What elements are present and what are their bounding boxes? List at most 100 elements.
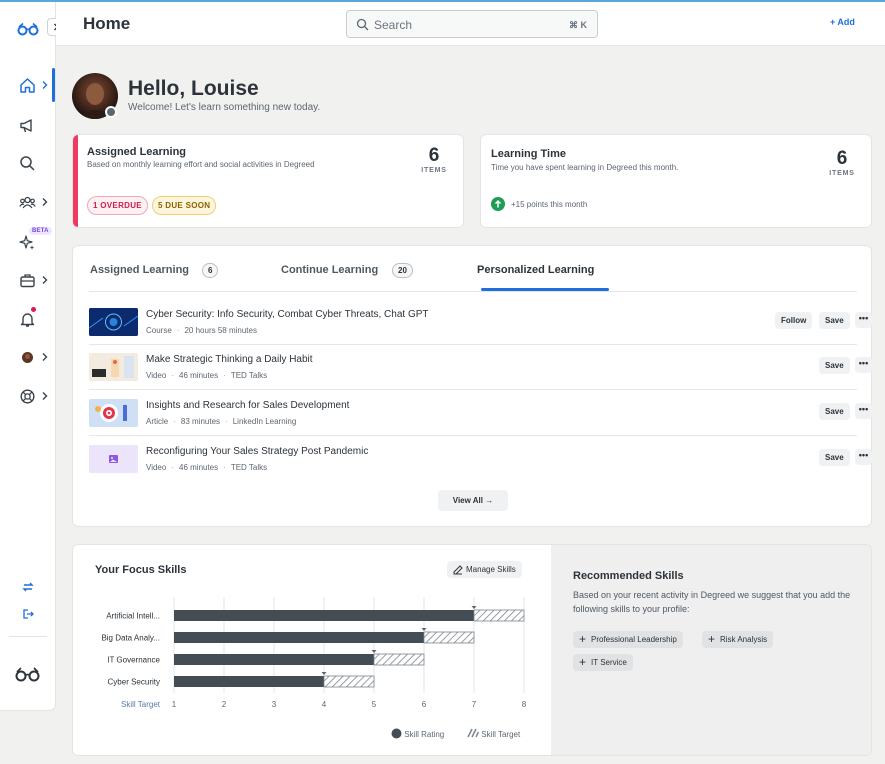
list-item[interactable]: Insights and Research for Sales Developm… xyxy=(89,391,872,436)
legend-skill-target: Skill Target xyxy=(467,728,520,739)
tab-assigned-learning[interactable]: Assigned Learning xyxy=(90,264,189,276)
arrow-right-icon: → xyxy=(485,496,494,505)
add-button[interactable]: + Add xyxy=(830,17,855,27)
meta-separator: · xyxy=(173,417,176,426)
category-label: Cyber Security xyxy=(108,678,160,687)
view-all-label: View All xyxy=(452,496,483,505)
overdue-badge[interactable]: 1 OVERDUE xyxy=(87,196,148,215)
category-label: Artificial Intell... xyxy=(106,612,160,621)
beta-badge: BETA xyxy=(29,227,52,235)
skill-chip-professional-leadership[interactable]: Professional Leadership xyxy=(573,631,683,648)
more-options-button[interactable]: ••• xyxy=(855,449,872,465)
card-title: Assigned Learning xyxy=(87,146,187,158)
search-placeholder: Search xyxy=(374,18,413,32)
chevron-right-icon xyxy=(42,392,48,400)
item-thumbnail xyxy=(89,308,138,336)
assigned-unit: ITEMS xyxy=(421,167,447,174)
meta-separator: · xyxy=(171,371,174,380)
sidebar-item-profile[interactable] xyxy=(0,343,56,371)
follow-button[interactable]: Follow xyxy=(775,312,813,329)
save-button[interactable]: Save xyxy=(819,312,850,329)
item-thumbnail xyxy=(89,353,138,381)
chevron-right-icon xyxy=(42,81,48,89)
item-meta: Article · 83 minutes · LinkedIn Learning xyxy=(146,417,296,426)
item-meta: Video · 46 minutes · TED Talks xyxy=(146,463,267,472)
edit-icon xyxy=(453,565,463,575)
save-button[interactable]: Save xyxy=(819,449,850,466)
focus-skills-title: Your Focus Skills xyxy=(95,564,187,576)
manage-skills-button[interactable]: Manage Skills xyxy=(447,561,522,578)
degreed-footer-logo-icon xyxy=(15,667,40,682)
sidebar-divider xyxy=(9,636,47,637)
save-button[interactable]: Save xyxy=(819,357,850,374)
sidebar-item-search[interactable] xyxy=(0,149,56,177)
item-title[interactable]: Make Strategic Thinking a Daily Habit xyxy=(146,354,313,365)
assigned-learning-card[interactable]: Assigned Learning Based on monthly learn… xyxy=(72,134,464,228)
greeting-subtext: Welcome! Let's learn something new today… xyxy=(128,102,321,113)
sign-out-icon[interactable] xyxy=(22,608,34,620)
learning-time-card[interactable]: Learning Time Time you have spent learni… xyxy=(480,134,872,228)
recommended-title: Recommended Skills xyxy=(573,570,684,582)
target-marker-icon xyxy=(471,606,477,609)
due-soon-badge[interactable]: 5 DUE SOON xyxy=(152,196,217,215)
item-provider: LinkedIn Learning xyxy=(232,417,297,426)
skill-target-bar xyxy=(373,653,425,666)
bell-icon xyxy=(20,313,35,327)
target-marker-icon xyxy=(421,628,427,631)
tab-count-badge: 20 xyxy=(392,263,413,278)
sidebar-item-notifications[interactable] xyxy=(0,305,56,333)
switch-arrows-icon[interactable] xyxy=(22,581,34,593)
save-button[interactable]: Save xyxy=(819,403,850,420)
item-title[interactable]: Insights and Research for Sales Developm… xyxy=(146,400,349,411)
tab-continue-learning[interactable]: Continue Learning xyxy=(281,264,378,276)
more-options-button[interactable]: ••• xyxy=(855,312,872,328)
more-options-button[interactable]: ••• xyxy=(855,403,872,419)
list-item[interactable]: Cyber Security: Info Security, Combat Cy… xyxy=(89,300,872,345)
time-unit: ITEMS xyxy=(829,170,855,177)
search-input[interactable]: Search ⌘ K xyxy=(346,10,598,38)
skill-target-bar xyxy=(423,631,475,644)
x-tick-label: 3 xyxy=(272,700,277,709)
skill-chip-risk-analysis[interactable]: Risk Analysis xyxy=(702,631,774,648)
sidebar-item-home[interactable] xyxy=(0,71,56,99)
greeting-heading: Hello, Louise xyxy=(128,77,259,100)
x-tick-label: 5 xyxy=(372,700,377,709)
skill-chip-it-service[interactable]: IT Service xyxy=(573,654,633,671)
recommended-skills-panel: Recommended Skills Based on your recent … xyxy=(551,545,871,755)
item-provider: TED Talks xyxy=(230,463,268,472)
item-title[interactable]: Cyber Security: Info Security, Combat Cy… xyxy=(146,309,429,320)
search-icon xyxy=(356,18,369,31)
sidebar-item-career[interactable] xyxy=(0,266,56,294)
category-label: IT Governance xyxy=(107,656,160,665)
tab-count-badge: 6 xyxy=(202,263,219,278)
sidebar: BETA xyxy=(0,2,65,711)
notification-dot xyxy=(31,307,36,312)
home-icon xyxy=(20,78,35,93)
megaphone-icon xyxy=(20,119,32,133)
sidebar-item-announcements[interactable] xyxy=(0,111,56,139)
view-all-button[interactable]: View All → xyxy=(438,490,508,511)
chevron-right-icon xyxy=(42,353,48,361)
active-tab-indicator xyxy=(481,288,609,291)
avatar-status-icon xyxy=(105,106,117,118)
item-title[interactable]: Reconfiguring Your Sales Strategy Post P… xyxy=(146,446,368,457)
skill-rating-bar xyxy=(174,654,374,665)
sidebar-item-groups[interactable] xyxy=(0,188,56,216)
degreed-logo-icon[interactable] xyxy=(17,22,39,36)
item-duration: 46 minutes xyxy=(179,463,219,472)
sparkles-icon xyxy=(19,235,35,250)
briefcase-icon xyxy=(20,274,35,288)
list-item[interactable]: Reconfiguring Your Sales Strategy Post P… xyxy=(89,437,872,482)
sidebar-item-help[interactable] xyxy=(0,382,56,410)
item-thumbnail xyxy=(89,445,138,473)
lifebuoy-icon xyxy=(20,389,35,404)
tab-personalized-learning[interactable]: Personalized Learning xyxy=(477,264,594,276)
more-options-button[interactable]: ••• xyxy=(855,357,872,373)
x-tick-label: 8 xyxy=(522,700,527,709)
target-marker-icon xyxy=(371,650,377,653)
groups-icon xyxy=(19,196,36,209)
legend-rating-swatch-icon xyxy=(391,728,402,739)
profile-avatar-icon xyxy=(22,352,33,363)
skill-target-bar xyxy=(323,675,375,688)
list-item[interactable]: Make Strategic Thinking a Daily Habit Vi… xyxy=(89,345,872,390)
